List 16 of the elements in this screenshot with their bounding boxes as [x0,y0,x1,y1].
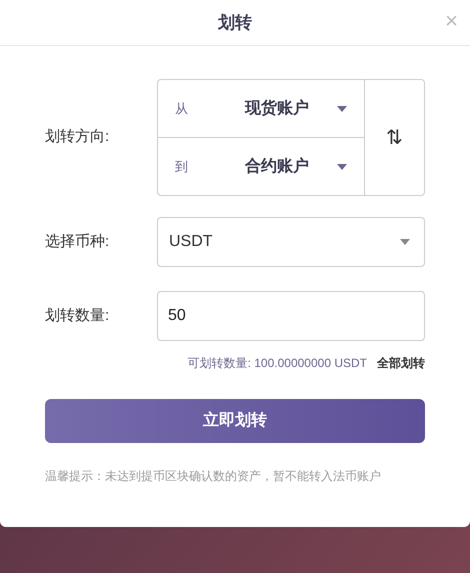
dialog-title: 划转 [218,12,252,34]
account-select[interactable]: 从 现货账户 [158,80,364,138]
caret-down-icon [337,164,347,170]
transfer-all-link[interactable]: 全部划转 [377,354,425,372]
field-label: 划转方向: [45,127,110,148]
amount-input[interactable]: 50 [157,291,425,341]
caret-down-icon [337,106,347,112]
account-select[interactable]: 到 合约账户 [158,138,364,195]
field-label: 选择币种: [45,232,110,252]
notice-text: 温馨提示：未达到提币区块确认数的资产，暂不能转入法币账户 [45,468,382,485]
transfer-button[interactable]: 立即划转 [45,399,425,443]
caret-down-icon [400,239,410,245]
swap-button[interactable]: ⇅ [364,80,424,195]
field-label: 划转数量: [45,306,110,326]
available-amount: 可划转数量: 100.00000000 USDT [188,355,367,372]
currency-select[interactable]: USDT [157,217,425,267]
